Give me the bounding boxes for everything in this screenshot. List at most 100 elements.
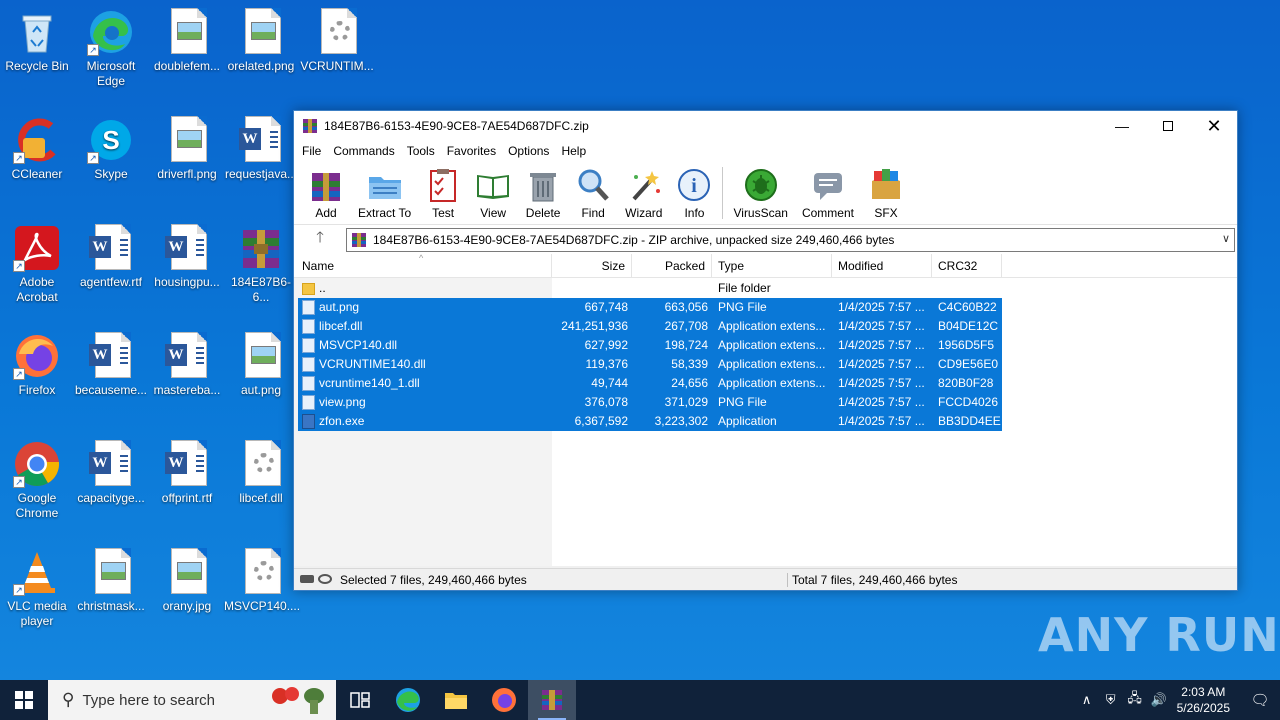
menu-help[interactable]: Help <box>555 144 592 158</box>
title-bar[interactable]: 184E87B6-6153-4E90-9CE8-7AE54D687DFC.zip… <box>294 111 1237 141</box>
desktop-icon-google-chrome[interactable]: ↗ Google Chrome <box>0 440 74 521</box>
table-row[interactable]: view.png 376,078 371,029 PNG File 1/4/20… <box>298 393 1002 412</box>
desktop-icon-driverfl[interactable]: driverfl.png <box>150 116 224 182</box>
maximize-button[interactable] <box>1145 111 1191 141</box>
close-button[interactable]: ✕ <box>1191 111 1237 141</box>
up-arrow-icon: 🡑 <box>316 229 324 246</box>
desktop-icon-ccleaner[interactable]: ↗ CCleaner <box>0 116 74 182</box>
desktop-icon-agentfew-rtf[interactable]: W agentfew.rtf <box>74 224 148 290</box>
archive-path-text: 184E87B6-6153-4E90-9CE8-7AE54D687DFC.zip… <box>373 232 895 247</box>
file-name: MSVCP140.dll <box>319 338 398 352</box>
extract-to-label: Extract To <box>358 206 412 220</box>
desktop-icon-mastereba[interactable]: W mastereba... <box>150 332 224 398</box>
desktop-icon-orelated[interactable]: orelated.png <box>224 8 298 74</box>
column-header-name[interactable]: Name ^ <box>294 253 552 277</box>
desktop-icon-doublefem[interactable]: doublefem... <box>150 8 224 74</box>
menu-commands[interactable]: Commands <box>327 144 400 158</box>
clock[interactable]: 2:03 AM 5/26/2025 <box>1177 684 1230 716</box>
notification-icon[interactable]: 🗨 <box>1240 691 1280 709</box>
table-row[interactable]: zfon.exe 6,367,592 3,223,302 Application… <box>298 412 1002 431</box>
menu-favorites[interactable]: Favorites <box>441 144 502 158</box>
desktop-icon-label: capacityge... <box>77 491 145 505</box>
taskbar-firefox[interactable] <box>480 680 528 720</box>
taskbar-winrar[interactable] <box>528 680 576 720</box>
comment-icon <box>810 167 846 203</box>
sfx-button[interactable]: SFX <box>868 165 904 220</box>
zip-archive-icon <box>352 232 366 247</box>
desktop-icon-vcruntime[interactable]: VCRUNTIM... <box>300 8 374 74</box>
file-name: vcruntime140_1.dll <box>319 376 420 390</box>
archive-path-field[interactable]: 184E87B6-6153-4E90-9CE8-7AE54D687DFC.zip… <box>346 227 1235 252</box>
task-view-button[interactable] <box>336 680 384 720</box>
desktop-icon-christmask[interactable]: christmask... <box>74 548 148 614</box>
menu-tools[interactable]: Tools <box>401 144 441 158</box>
column-header-type[interactable]: Type <box>712 254 832 277</box>
table-row[interactable]: libcef.dll 241,251,936 267,708 Applicati… <box>298 317 1002 336</box>
table-row[interactable]: VCRUNTIME140.dll 119,376 58,339 Applicat… <box>298 355 1002 374</box>
file-type: Application extens... <box>718 357 826 371</box>
table-row[interactable]: MSVCP140.dll 627,992 198,724 Application… <box>298 336 1002 355</box>
find-button[interactable]: Find <box>575 165 611 220</box>
network-icon[interactable]: 🖧 <box>1123 689 1147 711</box>
wizard-button[interactable]: Wizard <box>625 165 662 220</box>
delete-button[interactable]: Delete <box>525 165 561 220</box>
security-icon[interactable]: ⛨ <box>1099 692 1123 708</box>
desktop-icon-aut-png[interactable]: aut.png <box>224 332 298 398</box>
comment-button[interactable]: Comment <box>802 165 854 220</box>
desktop-icon-requestjava[interactable]: W requestjava... <box>224 116 298 182</box>
desktop-icon-becauseme[interactable]: W becauseme... <box>74 332 148 398</box>
shortcut-arrow-icon: ↗ <box>13 260 25 272</box>
menu-options[interactable]: Options <box>502 144 555 158</box>
desktop-icon-vlc[interactable]: ↗ VLC media player <box>0 548 74 629</box>
table-row-parent[interactable]: .. File folder <box>298 279 832 298</box>
desktop-icon-housingpu[interactable]: W housingpu... <box>150 224 224 290</box>
desktop-icon-microsoft-edge[interactable]: ↗ Microsoft Edge <box>74 8 148 89</box>
desktop-icon-adobe-acrobat[interactable]: ↗ Adobe Acrobat <box>0 224 74 305</box>
taskbar-edge[interactable] <box>384 680 432 720</box>
desktop-icon-orany[interactable]: orany.jpg <box>150 548 224 614</box>
chevron-up-icon[interactable]: ∧ <box>1075 692 1099 708</box>
taskbar-search-box[interactable]: ⚲ Type here to search <box>48 680 336 720</box>
virusscan-button[interactable]: VirusScan <box>733 165 788 220</box>
taskbar-file-explorer[interactable] <box>432 680 480 720</box>
extract-to-button[interactable]: Extract To <box>358 165 411 220</box>
desktop-icon-label: driverfl.png <box>157 167 217 181</box>
info-button[interactable]: i Info <box>676 165 712 220</box>
desktop-icon-label: agentfew.rtf <box>79 275 143 289</box>
test-button[interactable]: Test <box>425 165 461 220</box>
extract-folder-icon <box>367 167 403 203</box>
desktop-icon-msvcp140[interactable]: MSVCP140.... <box>224 548 300 614</box>
info-label: Info <box>684 206 705 220</box>
table-row[interactable]: vcruntime140_1.dll 49,744 24,656 Applica… <box>298 374 1002 393</box>
desktop-icon-label: orelated.png <box>227 59 295 73</box>
column-header-packed[interactable]: Packed <box>632 254 712 277</box>
magic-wand-icon <box>626 167 662 203</box>
desktop-icon-recycle-bin[interactable]: Recycle Bin <box>0 8 74 74</box>
start-button[interactable] <box>0 680 48 720</box>
png-file-icon <box>302 300 315 316</box>
file-size: 119,376 <box>585 357 629 371</box>
add-button[interactable]: Add <box>308 165 344 220</box>
file-type: Application extens... <box>718 376 826 390</box>
desktop-icon-zip-archive[interactable]: 184E87B6-6... <box>224 224 298 305</box>
column-header-size[interactable]: Size <box>552 254 632 277</box>
column-header-crc32[interactable]: CRC32 <box>932 254 1002 277</box>
file-modified: 1/4/2025 7:57 ... <box>838 395 925 409</box>
table-row[interactable]: aut.png 667,748 663,056 PNG File 1/4/202… <box>298 298 1002 317</box>
menu-file[interactable]: File <box>296 144 327 158</box>
taskbar: ⚲ Type here to search ∧ ⛨ 🖧 🔊 2:03 AM 5/… <box>0 680 1280 720</box>
minimize-button[interactable]: — <box>1099 111 1145 141</box>
desktop-icon-libcef[interactable]: libcef.dll <box>224 440 298 506</box>
view-button[interactable]: View <box>475 165 511 220</box>
chevron-down-icon[interactable]: ∨ <box>1222 232 1230 245</box>
desktop-icon-capacityge[interactable]: W capacityge... <box>74 440 148 506</box>
desktop-icon-offprint[interactable]: W offprint.rtf <box>150 440 224 506</box>
file-packed: 24,656 <box>671 376 708 390</box>
up-folder-button[interactable]: 🡑 <box>294 227 346 252</box>
desktop-icon-firefox[interactable]: ↗ Firefox <box>0 332 74 398</box>
desktop-icon-label: VCRUNTIM... <box>300 59 374 73</box>
column-header-modified[interactable]: Modified <box>832 254 932 277</box>
volume-icon[interactable]: 🔊 <box>1147 692 1171 708</box>
folder-icon <box>302 282 315 295</box>
desktop-icon-skype[interactable]: S ↗ Skype <box>74 116 148 182</box>
